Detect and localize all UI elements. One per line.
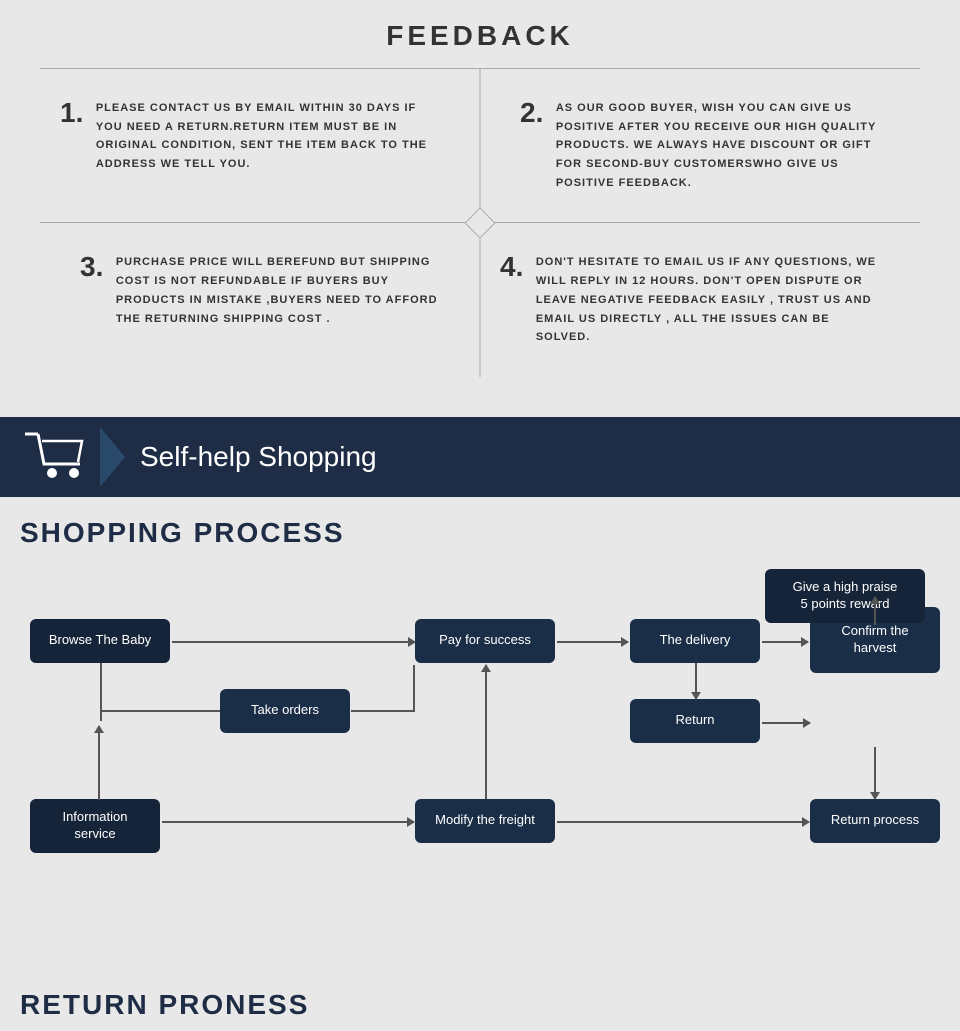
feedback-section: FEEDBACK 1. PLEASE CONTACT US BY EMAIL W… xyxy=(0,0,960,407)
arrow-browse-pay xyxy=(172,641,415,643)
flow-pay: Pay for success xyxy=(415,619,555,663)
process-diagram: Browse The Baby Pay for success The deli… xyxy=(10,579,950,939)
flow-take-orders: Take orders xyxy=(220,689,350,733)
return-title: RETURN PRONESS xyxy=(0,969,960,1031)
line-info-up xyxy=(98,726,100,800)
feedback-item-4: 4. DON'T HESITATE TO EMAIL US IF ANY QUE… xyxy=(480,223,920,376)
arrow-delivery-confirm xyxy=(762,641,808,643)
feedback-number-3: 3. xyxy=(80,253,103,281)
feedback-item-2: 2. AS OUR GOOD BUYER, WISH YOU CAN GIVE … xyxy=(480,69,920,222)
arrow-confirm-praise xyxy=(874,597,876,625)
process-title: SHOPPING PROCESS xyxy=(10,517,950,549)
feedback-text-1: PLEASE CONTACT US BY EMAIL WITHIN 30 DAY… xyxy=(96,99,436,174)
feedback-number-4: 4. xyxy=(500,253,523,281)
arrow-modify-returnprocess xyxy=(557,821,809,823)
arrow-modify-pay xyxy=(485,665,487,667)
feedback-text-3: PURCHASE PRICE WILL BEREFUND BUT SHIPPIN… xyxy=(116,253,446,328)
arrow-info-modify xyxy=(162,821,414,823)
line-take-pay-v xyxy=(413,665,415,712)
cart-icon xyxy=(20,429,90,484)
line-take-pay-h xyxy=(351,710,415,712)
banner-arrow xyxy=(100,427,125,487)
feedback-text-4: DON'T HESITATE TO EMAIL US IF ANY QUESTI… xyxy=(536,253,886,346)
feedback-text-2: AS OUR GOOD BUYER, WISH YOU CAN GIVE US … xyxy=(556,99,886,192)
arrow-info-take xyxy=(98,726,100,728)
feedback-title: FEEDBACK xyxy=(40,20,920,52)
flow-modify: Modify the freight xyxy=(415,799,555,843)
line-browse-down xyxy=(100,663,102,721)
feedback-number-2: 2. xyxy=(520,99,543,127)
line-modify-pay-v xyxy=(485,667,487,799)
feedback-item-3: 3. PURCHASE PRICE WILL BEREFUND BUT SHIP… xyxy=(40,223,480,376)
flow-delivery: The delivery xyxy=(630,619,760,663)
flow-return: Return xyxy=(630,699,760,743)
line-browse-h xyxy=(100,710,220,712)
return-process-section: RETURN PRONESS xyxy=(0,969,960,1031)
process-section: SHOPPING PROCESS Browse The Baby Pay for… xyxy=(0,497,960,969)
flow-browse: Browse The Baby xyxy=(30,619,170,663)
arrow-returnprocess-down xyxy=(874,747,876,799)
feedback-item-1: 1. PLEASE CONTACT US BY EMAIL WITHIN 30 … xyxy=(40,69,480,222)
feedback-number-1: 1. xyxy=(60,99,83,127)
flow-praise: Give a high praise 5 points reward xyxy=(765,569,925,623)
flow-info: Information service xyxy=(30,799,160,853)
arrow-delivery-return xyxy=(695,663,697,699)
flow-return-process: Return process xyxy=(810,799,940,843)
banner-title: Self-help Shopping xyxy=(140,441,377,473)
arrow-return-returnprocess xyxy=(762,722,810,724)
arrow-pay-delivery xyxy=(557,641,628,643)
feedback-grid: 1. PLEASE CONTACT US BY EMAIL WITHIN 30 … xyxy=(40,69,920,377)
shopping-banner: Self-help Shopping xyxy=(0,417,960,497)
